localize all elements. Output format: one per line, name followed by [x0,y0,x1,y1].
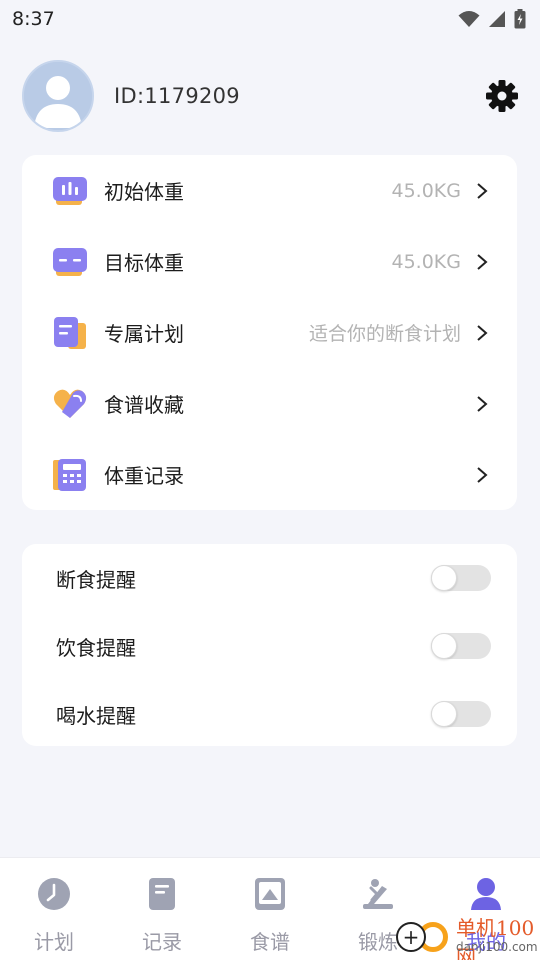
menu-item-value: 适合你的断食计划 [308,323,461,345]
toggle-knob [431,701,457,727]
menu-item-label: 专属计划 [104,322,184,346]
chevron-right-icon [477,466,488,483]
record-book-icon [149,878,175,910]
tab-label: 食谱 [250,930,290,954]
tab-record[interactable]: 记录 [108,858,216,960]
menu-item-label: 目标体重 [104,251,184,275]
avatar[interactable] [22,60,94,132]
reminder-diet: 饮食提醒 [22,612,517,680]
tab-plan[interactable]: 计划 [0,858,108,960]
settings-button[interactable] [484,78,520,114]
menu-item-label: 食谱收藏 [104,393,184,417]
clock-icon [38,878,70,910]
reminder-label: 断食提醒 [56,567,136,592]
reminder-label: 喝水提醒 [56,703,136,728]
chevron-right-icon [477,253,488,270]
calculator-icon [53,458,86,491]
profile-header: ID:1179209 [22,60,520,132]
tab-label: 记录 [142,930,182,954]
recipe-icon [255,878,285,910]
status-bar: 8:37 [0,0,540,38]
user-id: ID:1179209 [114,84,240,108]
diet-reminder-toggle[interactable] [431,633,491,659]
gear-icon [486,80,518,112]
toggle-knob [431,633,457,659]
battery-charging-icon [514,9,526,29]
chevron-right-icon [477,395,488,412]
toggle-knob [431,565,457,591]
watermark-plus-icon: + [396,922,426,952]
water-reminder-toggle[interactable] [431,701,491,727]
menu-item-value: 45.0KG [391,179,462,202]
menu-item-initial-weight[interactable]: 初始体重 45.0KG [22,155,517,226]
fasting-reminder-toggle[interactable] [431,565,491,591]
watermark-logo: + 单机100网 danji100.com [392,912,540,960]
exercise-icon [363,879,393,909]
menu-item-weight-record[interactable]: 体重记录 [22,439,517,510]
menu-item-label: 初始体重 [104,180,184,204]
tab-label: 计划 [34,930,74,954]
menu-item-target-weight[interactable]: 目标体重 45.0KG [22,226,517,297]
tab-recipes[interactable]: 食谱 [216,858,324,960]
bar-chart-icon [53,176,87,205]
reminder-fasting: 断食提醒 [22,544,517,612]
reminder-water: 喝水提醒 [22,680,517,748]
chevron-right-icon [477,182,488,199]
menu-item-label: 体重记录 [104,464,184,488]
heart-icon [53,389,87,418]
reminders-card: 断食提醒 饮食提醒 喝水提醒 [22,544,517,746]
reminder-label: 饮食提醒 [56,635,136,660]
status-icons [458,9,526,29]
profile-icon [471,878,501,910]
chevron-right-icon [477,324,488,341]
menu-item-value: 45.0KG [391,250,462,273]
status-time: 8:37 [12,8,55,30]
signal-icon [489,11,505,27]
menu-card: 初始体重 45.0KG 目标体重 45.0KG 专属计划 适合你的断食计划 食谱… [22,155,517,510]
default-avatar-icon [24,62,92,130]
menu-item-recipe-favorites[interactable]: 食谱收藏 [22,368,517,439]
plan-document-icon [54,316,86,349]
wifi-icon [458,11,480,27]
menu-item-exclusive-plan[interactable]: 专属计划 适合你的断食计划 [22,297,517,368]
watermark-url: danji100.com [456,940,538,954]
target-weight-icon [53,247,87,276]
